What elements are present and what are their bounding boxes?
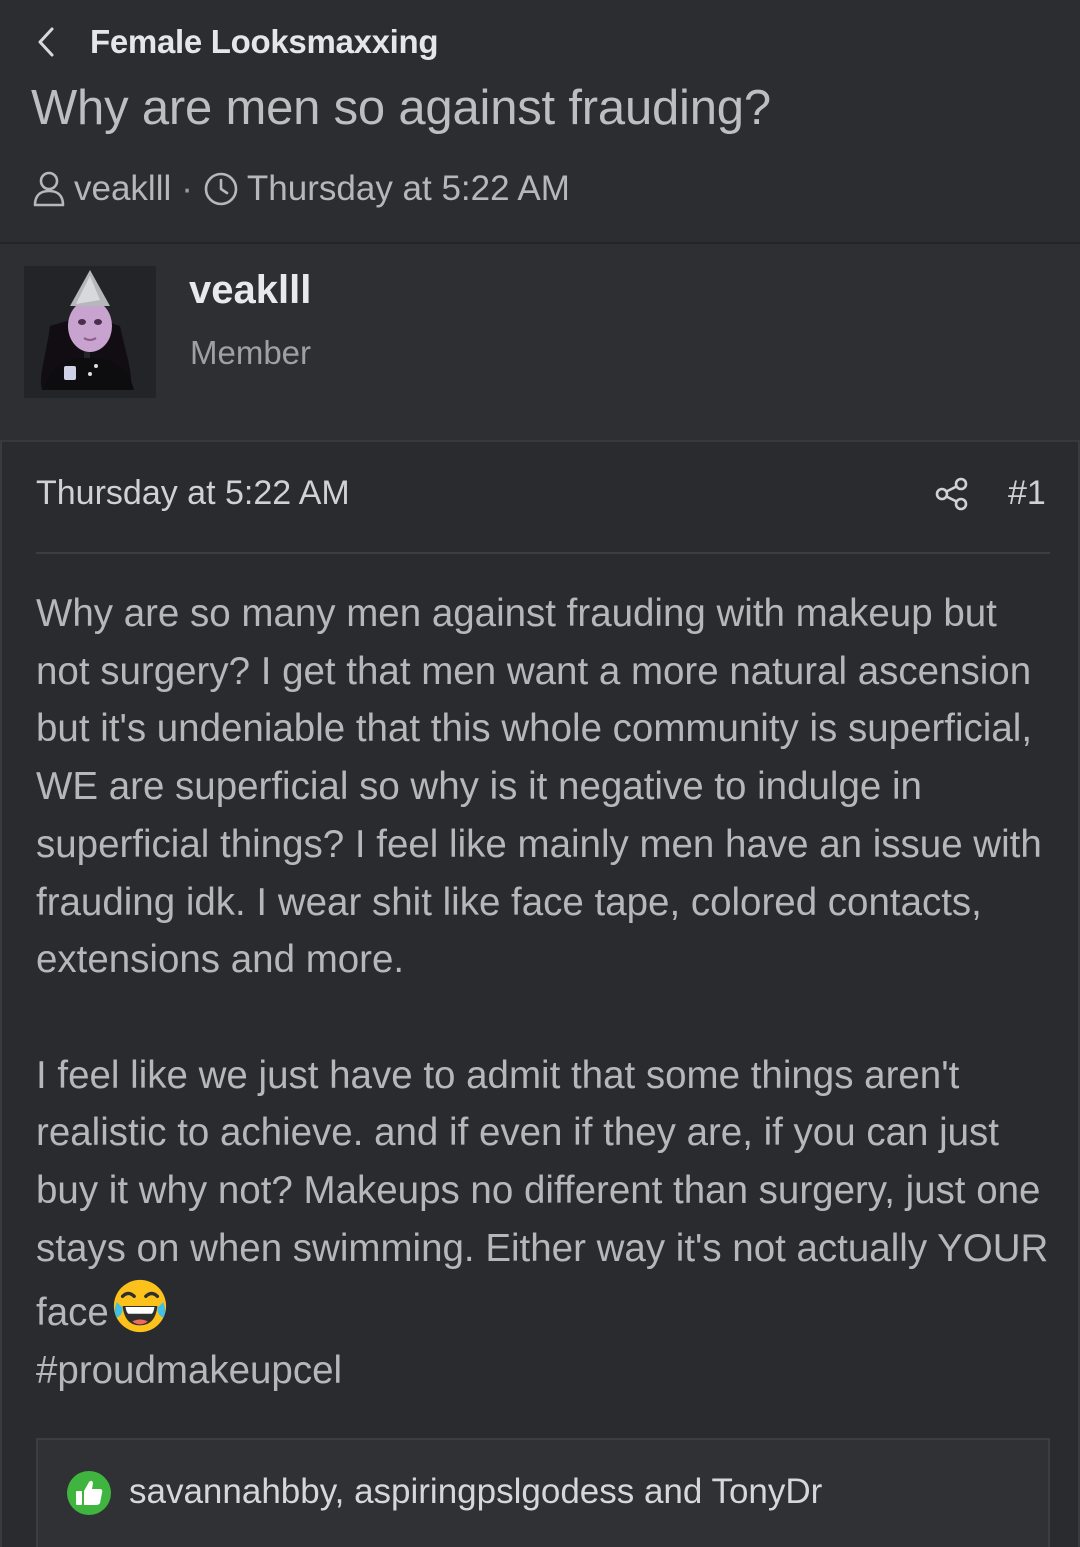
post-paragraph-1: Why are so many men against frauding wit… — [36, 592, 1042, 982]
post-username[interactable]: veaklll — [189, 268, 311, 313]
thread-title: Why are men so against frauding? — [31, 81, 771, 135]
thread-date[interactable]: Thursday at 5:22 AM — [247, 169, 570, 209]
post-paragraph-2-text: I feel like we just have to admit that s… — [36, 1053, 1049, 1335]
hashtag-link[interactable]: #proudmakeupcel — [36, 1342, 1056, 1400]
thread-meta: veaklll · Thursday at 5:22 AM — [32, 166, 570, 212]
like-icon — [67, 1471, 111, 1515]
post-date[interactable]: Thursday at 5:22 AM — [36, 474, 350, 513]
post-body: Why are so many men against frauding wit… — [36, 585, 1056, 1400]
breadcrumb: Female Looksmaxxing — [36, 20, 439, 64]
share-icon — [935, 477, 968, 511]
back-button[interactable] — [36, 20, 64, 64]
thread-author[interactable]: veaklll — [74, 169, 171, 209]
user-title: Member — [190, 334, 312, 371]
reactions-list[interactable]: savannahbby, aspiringpslgodess and TonyD… — [129, 1470, 822, 1514]
user-icon — [32, 170, 66, 208]
avatar[interactable] — [24, 266, 156, 398]
chevron-left-icon — [38, 27, 54, 57]
laughing-tears-emoji-icon — [113, 1280, 166, 1333]
post-divider — [36, 552, 1050, 554]
clock-icon — [203, 171, 239, 207]
post-user-block — [0, 244, 1080, 687]
meta-separator: · — [181, 169, 193, 208]
post-number-link[interactable]: #1 — [1008, 474, 1046, 513]
forum-link[interactable]: Female Looksmaxxing — [90, 23, 439, 61]
thread-page: Female Looksmaxxing Why are men so again… — [0, 0, 1080, 1547]
post-paragraph-2: I feel like we just have to admit that s… — [36, 1047, 1056, 1343]
share-button[interactable] — [932, 474, 972, 514]
thread-header: Female Looksmaxxing Why are men so again… — [0, 0, 1080, 244]
